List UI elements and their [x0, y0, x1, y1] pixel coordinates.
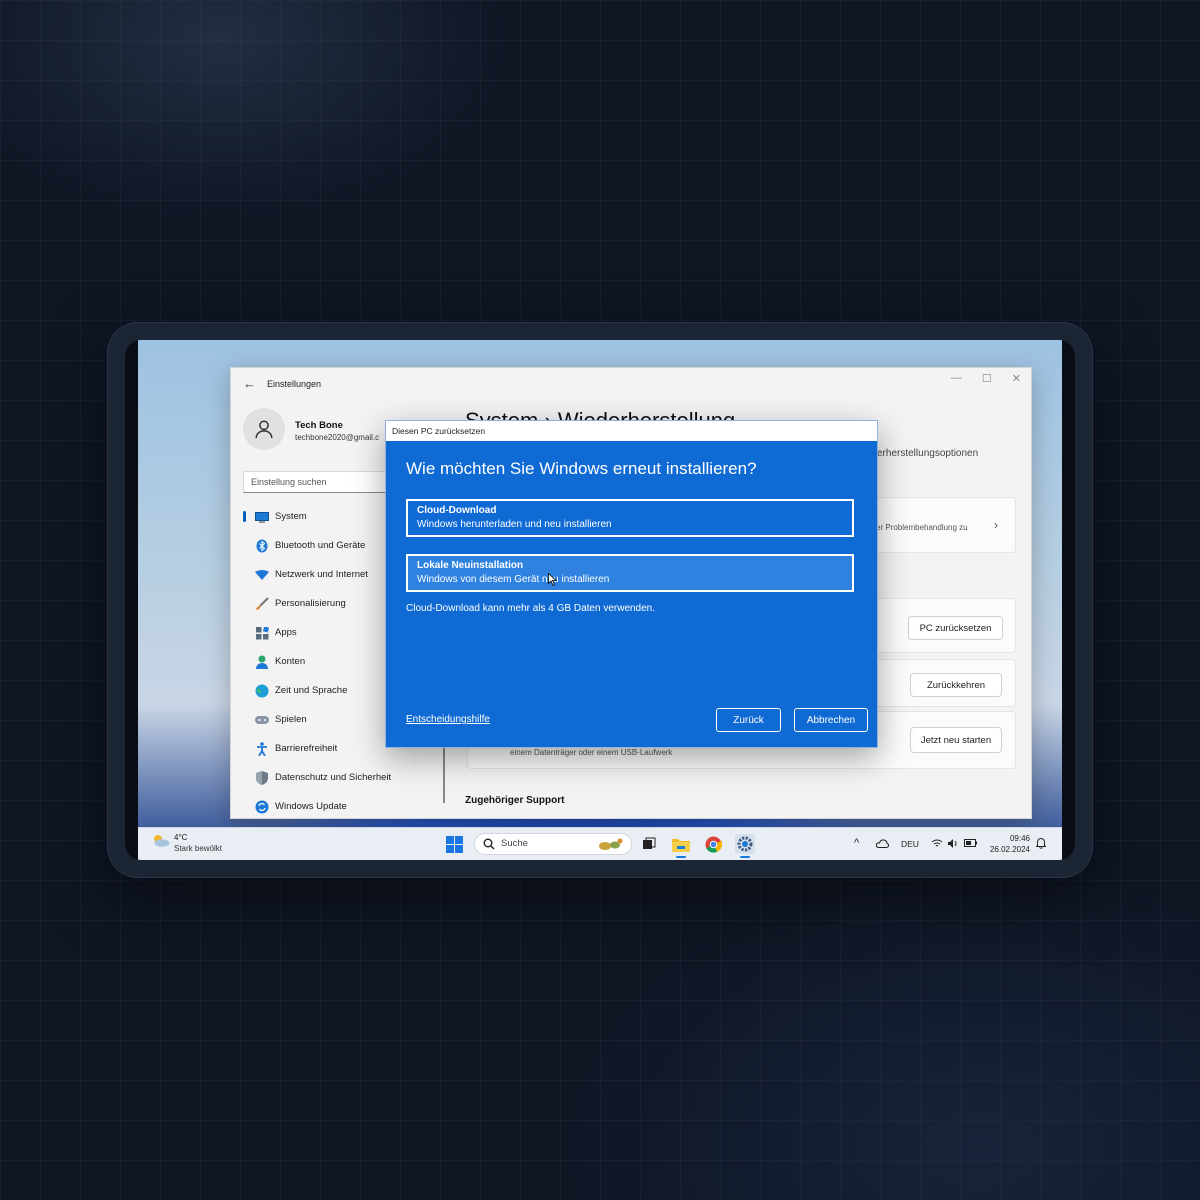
sidebar-item-label: Zeit und Sprache	[275, 685, 348, 696]
dialog-heading: Wie möchten Sie Windows erneut installie…	[406, 459, 757, 478]
chrome-icon[interactable]	[703, 834, 723, 854]
cloud-download-option[interactable]: Cloud-Download Windows herunterladen und…	[406, 499, 854, 537]
decision-help-link[interactable]: Entscheidungshilfe	[406, 714, 490, 725]
search-icon	[483, 838, 495, 850]
sidebar-item-privacy[interactable]: Datenschutz und Sicherheit	[241, 763, 441, 792]
sidebar-item-label: Windows Update	[275, 801, 347, 812]
bluetooth-icon	[255, 539, 269, 553]
screen-bezel: ← Einstellungen — ☐ ✕ Tech Bone techbone…	[125, 340, 1075, 860]
profile-email: techbone2020@gmail.c	[295, 433, 380, 442]
settings-gear-icon[interactable]	[735, 834, 755, 854]
chevron-up-icon[interactable]: ^	[854, 837, 859, 849]
start-button[interactable]	[446, 836, 463, 853]
sidebar-item-label: Bluetooth und Geräte	[275, 540, 366, 551]
option-title: Lokale Neuinstallation	[417, 560, 524, 571]
option-description: Windows von diesem Gerät neu installiere…	[417, 574, 610, 585]
volume-icon[interactable]	[948, 839, 958, 848]
restart-now-button[interactable]: Jetzt neu starten	[910, 727, 1002, 753]
recovery-options-heading: erherstellungsoptionen	[877, 448, 979, 459]
reset-pc-button[interactable]: PC zurücksetzen	[908, 616, 1003, 640]
taskbar: 4°C Stark bewölkt Suche ^ DEU 09:46 26.0…	[138, 827, 1062, 860]
file-explorer-icon[interactable]	[671, 834, 691, 854]
taskbar-search[interactable]: Suche	[474, 833, 632, 855]
mouse-cursor-icon	[548, 573, 557, 586]
onedrive-cloud-icon[interactable]	[876, 839, 889, 848]
weather-description: Stark bewölkt	[174, 844, 223, 853]
cloud-weather-icon	[154, 835, 170, 847]
back-arrow-icon[interactable]: ←	[243, 376, 256, 391]
sidebar-item-label: Netzwerk und Internet	[275, 569, 368, 580]
update-icon	[255, 800, 269, 814]
sidebar-item-label: Barrierefreiheit	[275, 743, 338, 754]
close-icon[interactable]: ✕	[1012, 372, 1021, 385]
weather-widget[interactable]: 4°C Stark bewölkt	[152, 833, 222, 853]
option-title: Cloud-Download	[417, 505, 497, 516]
accessibility-icon	[255, 742, 269, 756]
monitor-icon	[255, 510, 269, 524]
sidebar-item-label: Apps	[275, 627, 297, 638]
chevron-right-icon: ›	[994, 518, 998, 532]
sidebar-item-windows-update[interactable]: Windows Update	[241, 792, 441, 818]
globe-clock-icon	[255, 684, 269, 698]
desktop-screen: ← Einstellungen — ☐ ✕ Tech Bone techbone…	[138, 340, 1062, 860]
apps-icon	[255, 626, 269, 640]
battery-icon[interactable]	[964, 839, 977, 847]
clock-time: 09:46	[1009, 834, 1030, 843]
system-clock[interactable]: 09:46 26.02.2024	[990, 833, 1030, 855]
sidebar-item-label: Spielen	[275, 714, 307, 725]
local-reinstall-option[interactable]: Lokale Neuinstallation Windows von diese…	[406, 554, 854, 592]
clock-date: 26.02.2024	[989, 845, 1030, 854]
active-app-indicator	[676, 856, 686, 858]
data-usage-note: Cloud-Download kann mehr als 4 GB Daten …	[406, 603, 656, 614]
wifi-icon	[255, 568, 269, 582]
troubleshoot-text: er Problembehandlung zu	[876, 523, 968, 532]
shield-icon	[255, 771, 269, 785]
active-app-indicator	[740, 856, 750, 858]
usb-description: einem Datenträger oder einem USB-Laufwer…	[510, 748, 673, 757]
minimize-icon[interactable]: —	[951, 372, 962, 385]
settings-search-input[interactable]: Einstellung suchen	[243, 471, 393, 493]
option-description: Windows herunterladen und neu installier…	[417, 519, 612, 530]
search-label: Suche	[501, 838, 528, 849]
reset-pc-dialog: Diesen PC zurücksetzen Wie möchten Sie W…	[385, 420, 878, 748]
maximize-icon[interactable]: ☐	[982, 372, 992, 385]
sidebar-item-label: Konten	[275, 656, 306, 667]
back-button[interactable]: Zurück	[716, 708, 781, 732]
language-indicator[interactable]: DEU	[901, 839, 919, 849]
go-back-button[interactable]: Zurückkehren	[910, 673, 1002, 697]
person-avatar-icon	[255, 420, 273, 439]
brush-icon	[255, 597, 269, 611]
wifi-tray-icon[interactable]	[931, 839, 943, 848]
person-icon	[255, 655, 269, 669]
window-controls: — ☐ ✕	[951, 372, 1021, 385]
settings-titlebar: ← Einstellungen — ☐ ✕	[231, 368, 1031, 400]
dialog-title: Diesen PC zurücksetzen	[386, 421, 877, 441]
sidebar-item-label: Personalisierung	[275, 598, 346, 609]
sidebar-item-label: Datenschutz und Sicherheit	[275, 772, 392, 783]
device-frame: ← Einstellungen — ☐ ✕ Tech Bone techbone…	[108, 323, 1092, 877]
related-support-heading: Zugehöriger Support	[465, 795, 565, 806]
profile-name: Tech Bone	[295, 420, 343, 431]
search-highlight-icon	[599, 838, 623, 850]
settings-window-title: Einstellungen	[267, 379, 322, 389]
notification-bell-icon[interactable]	[1036, 838, 1046, 849]
weather-temperature: 4°C	[174, 833, 188, 842]
gamepad-icon	[255, 713, 269, 727]
cancel-button[interactable]: Abbrechen	[794, 708, 868, 732]
sidebar-item-label: System	[275, 511, 307, 522]
task-view-icon[interactable]	[639, 834, 659, 854]
avatar	[243, 408, 285, 450]
